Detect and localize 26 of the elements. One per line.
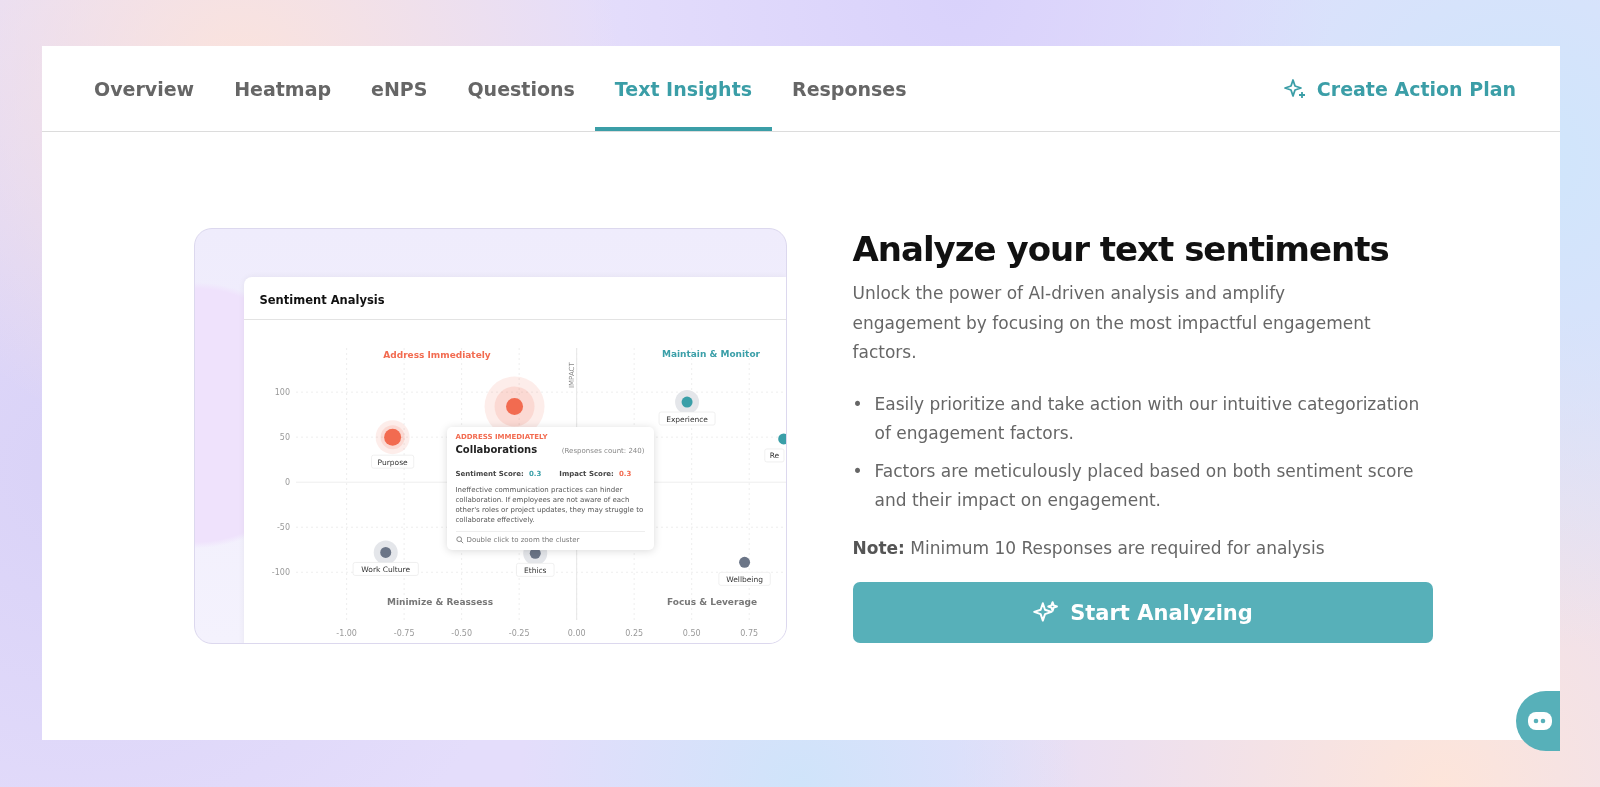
tick-label: -0.75 bbox=[393, 629, 414, 638]
bullet-marker: • bbox=[852, 392, 863, 416]
heading: Analyze your text sentiments bbox=[852, 228, 1390, 269]
tick-label: -0.50 bbox=[450, 629, 472, 638]
tick-label: -100 bbox=[271, 568, 290, 578]
bullet-marker: • bbox=[852, 459, 863, 483]
chart-title: Sentiment Analysis bbox=[243, 277, 786, 320]
quadrant-label: Address Immediately bbox=[382, 350, 491, 360]
tick-label: 0.25 bbox=[624, 629, 643, 638]
quadrant-label: Minimize & Reassess bbox=[386, 597, 493, 607]
bullet-text: Easily prioritize and take action with our intuitive categorization of engagement factors. bbox=[874, 392, 1421, 446]
tick-label: 50 bbox=[279, 433, 290, 443]
quadrant-label: Focus & Leverage bbox=[666, 597, 757, 607]
intro-text: Unlock the power of AI-driven analysis and amplify engagement by focusing on the most impactful engagement factors. bbox=[852, 281, 1372, 365]
tooltip-title: Collaborations bbox=[455, 444, 538, 455]
tick-label: 0 bbox=[284, 478, 290, 488]
tick-label: 0.50 bbox=[682, 629, 701, 638]
tick-label: -0.25 bbox=[508, 629, 529, 638]
tick-label: -50 bbox=[276, 523, 290, 533]
note-text: Note: Minimum 10 Responses are required for analysis bbox=[852, 538, 1326, 558]
tick-label: 0.00 bbox=[567, 629, 586, 638]
tick-label: 0.75 bbox=[739, 629, 758, 638]
tick-label: -1.00 bbox=[335, 629, 357, 638]
quadrant-label: Maintain & Monitor bbox=[661, 349, 760, 359]
tick-label: 100 bbox=[274, 388, 290, 398]
bullet-text: Factors are meticulously placed based on both sentiment score and their impact on engagement. bbox=[874, 459, 1415, 513]
